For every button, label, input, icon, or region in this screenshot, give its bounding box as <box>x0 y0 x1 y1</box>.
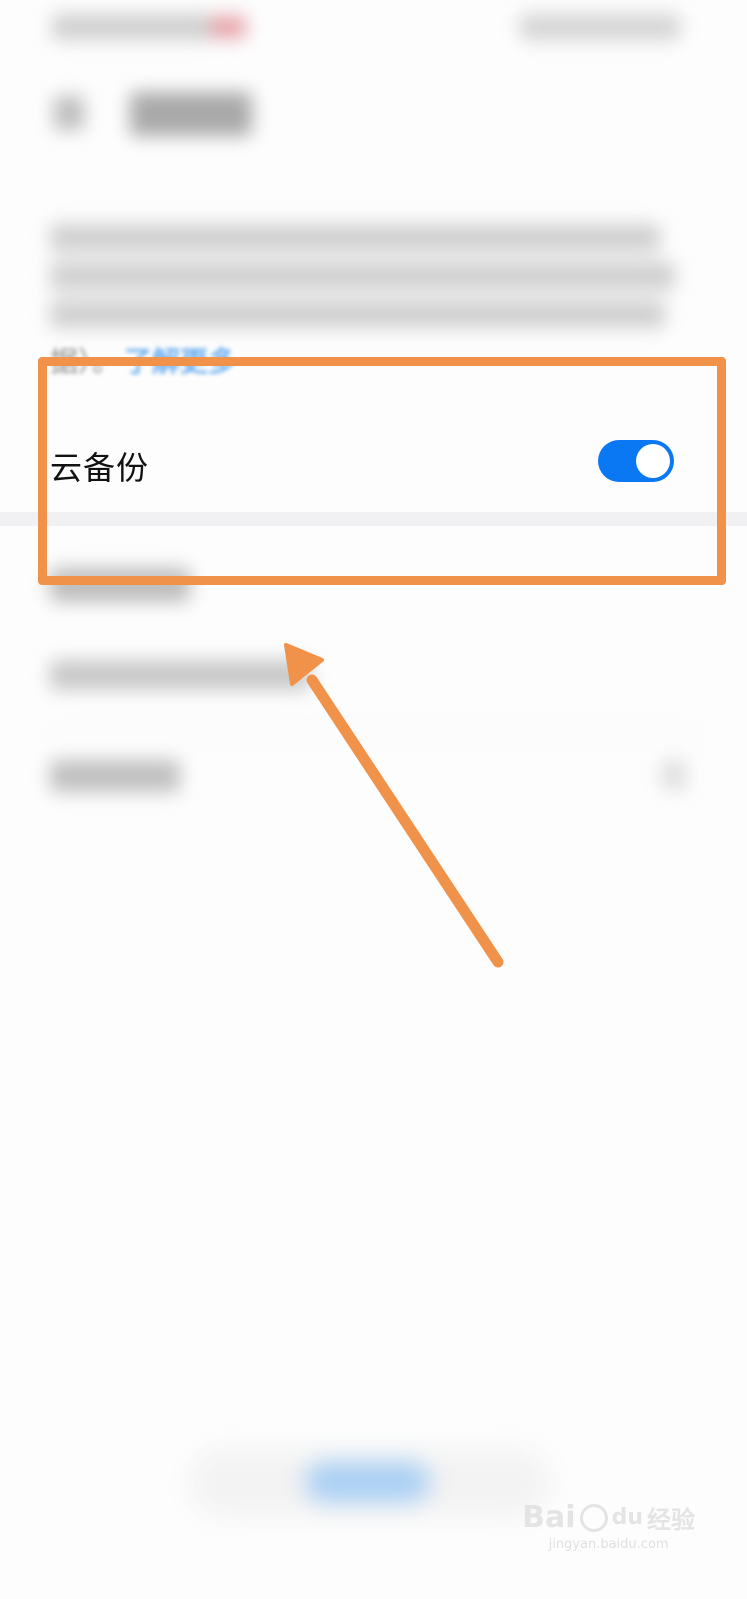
status-bar-notification-icon <box>210 16 246 38</box>
page-title <box>130 92 252 136</box>
status-bar-indicators <box>520 14 680 40</box>
watermark-url: jingyan.baidu.com <box>548 1537 669 1552</box>
description-line <box>50 300 665 328</box>
watermark-brand-suffix: 经验 <box>647 1506 695 1534</box>
chevron-right-icon <box>662 760 686 790</box>
back-arrow-icon[interactable] <box>54 96 84 130</box>
watermark-brand: Bai <box>522 1500 576 1535</box>
paw-icon <box>579 1503 608 1532</box>
annotation-highlight-box <box>38 357 726 585</box>
bottom-action-button[interactable] <box>305 1462 430 1502</box>
divider <box>50 732 700 734</box>
baidu-jingyan-watermark: Bai du 经验 jingyan.baidu.com <box>522 1500 695 1552</box>
description-line <box>50 262 675 290</box>
status-bar-time <box>52 14 212 40</box>
section-setting-item[interactable] <box>50 660 310 690</box>
watermark-du: du <box>611 1505 643 1530</box>
section-setting-item[interactable] <box>50 760 180 792</box>
description-line <box>50 224 660 252</box>
cloud-backup-settings-page: 据）。 了解更多 云备份 Bai du 经验 jingyan.baidu.com <box>0 0 747 1599</box>
